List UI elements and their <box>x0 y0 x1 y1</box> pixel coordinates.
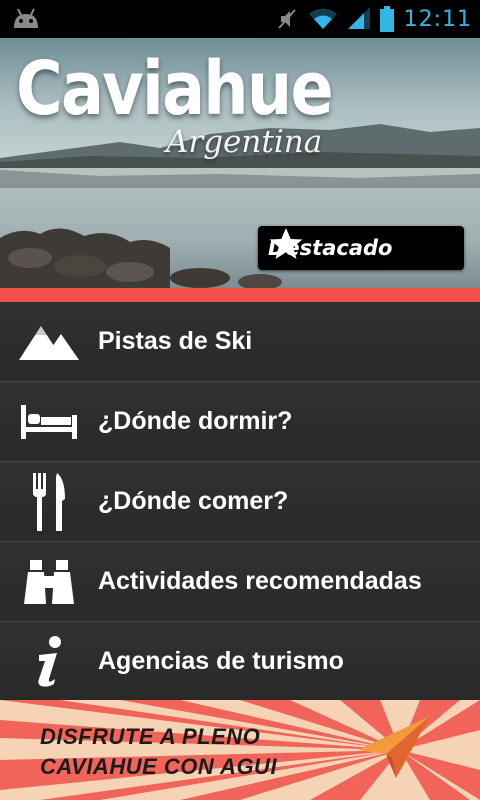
menu-item-pistas-de-ski[interactable]: Pistas de Ski <box>0 302 480 382</box>
mute-icon <box>277 9 296 29</box>
banner-text: DISFRUTE A PLENO CAVIAHUE CON AGUI <box>40 722 277 782</box>
menu-item-label: Agencias de turismo <box>98 646 344 675</box>
signal-icon <box>347 7 370 29</box>
featured-button[interactable]: Destacado <box>258 226 464 270</box>
info-icon <box>38 636 61 687</box>
menu-item-agencias-de-turismo[interactable]: Agencias de turismo <box>0 622 480 700</box>
binoculars-icon <box>24 559 74 604</box>
banner-line-1: DISFRUTE A PLENO <box>40 724 261 749</box>
menu-item-donde-comer[interactable]: ¿Dónde comer? <box>0 462 480 542</box>
app-subtitle: Argentina <box>166 124 323 160</box>
battery-icon <box>379 6 394 32</box>
menu-item-label: Actividades recomendadas <box>98 567 422 595</box>
accent-divider <box>0 288 480 302</box>
wifi-icon <box>308 8 337 29</box>
menu-item-donde-dormir[interactable]: ¿Dónde dormir? <box>0 382 480 462</box>
android-debug-icon <box>14 8 38 28</box>
promo-banner[interactable]: DISFRUTE A PLENO CAVIAHUE CON AGUI <box>0 700 480 800</box>
paper-plane-icon <box>358 716 430 778</box>
menu-item-label: ¿Dónde comer? <box>98 487 289 515</box>
menu-item-label: ¿Dónde dormir? <box>98 407 293 435</box>
main-menu: Pistas de Ski ¿Dónde dormir? ¿Dónde come <box>0 302 480 700</box>
header-image: Caviahue Argentina Destacado <box>0 38 480 288</box>
star-icon <box>269 228 303 259</box>
mountain-icon <box>19 325 79 360</box>
fork-knife-icon <box>33 472 65 531</box>
banner-line-2: CAVIAHUE CON AGUI <box>40 754 278 779</box>
bed-icon <box>21 404 77 439</box>
app-title: Caviahue <box>16 46 334 132</box>
menu-item-label: Pistas de Ski <box>98 327 253 355</box>
menu-item-actividades-recomendadas[interactable]: Actividades recomendadas <box>0 542 480 622</box>
clock: 12:11 <box>403 6 472 32</box>
status-bar: 12:11 <box>0 0 480 38</box>
